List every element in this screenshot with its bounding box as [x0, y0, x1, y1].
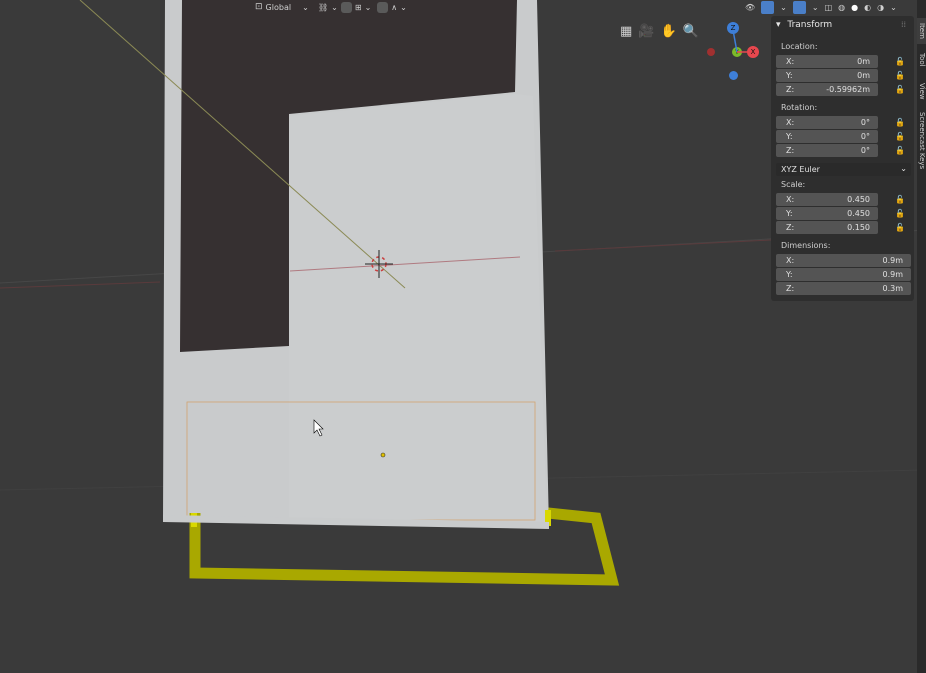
dimensions-y-field[interactable]: Y: 0.9m — [776, 268, 911, 281]
object-origin-dot — [380, 452, 386, 458]
lock-icon[interactable]: 🔓 — [895, 57, 905, 67]
location-label: Location: — [781, 42, 818, 51]
proportional-edit-icon[interactable] — [377, 1, 389, 13]
drag-handle-icon[interactable]: ⁞⁞ — [901, 20, 906, 29]
location-y-field[interactable]: Y: 0m — [776, 69, 878, 82]
snap-target-icon[interactable]: ⊞ — [355, 3, 362, 12]
chevron-down-icon: ⌄ — [364, 2, 372, 12]
scale-x-field[interactable]: X: 0.450 — [776, 193, 878, 206]
chevron-down-icon: ⌄ — [331, 2, 338, 12]
tab-view[interactable]: View — [917, 78, 926, 104]
gizmo-z-axis[interactable]: Z — [727, 22, 739, 34]
chevron-down-icon: ⌄ — [780, 2, 787, 12]
dimensions-x-field[interactable]: X: 0.9m — [776, 254, 911, 267]
lock-icon[interactable]: 🔓 — [895, 195, 905, 205]
camera-view-icon[interactable]: 🎥 — [638, 24, 654, 39]
x-axis-line-far — [554, 239, 772, 252]
pivot-and-snap-controls[interactable]: ⛓ ⌄ ⊞ ⌄ ∧ ⌄ — [318, 0, 407, 14]
lock-icon[interactable]: 🔓 — [895, 71, 905, 81]
visibility-icon[interactable]: 👁 — [745, 3, 755, 12]
dimensions-z-field[interactable]: Z: 0.3m — [776, 282, 911, 295]
tab-screencast-keys[interactable]: Screencast Keys — [917, 108, 926, 174]
chevron-down-icon: ⌄ — [400, 2, 407, 12]
xray-toggle-icon[interactable]: ◫ — [825, 3, 833, 12]
tab-tool[interactable]: Tool — [917, 48, 926, 72]
x-axis-line-near — [0, 281, 161, 289]
falloff-icon[interactable]: ∧ — [391, 3, 397, 12]
lock-icon[interactable]: 🔓 — [895, 146, 905, 156]
overlays-toggle-icon[interactable] — [792, 0, 806, 14]
sidebar-tabs: Item Tool View Screencast Keys — [917, 0, 926, 673]
gizmo-neg-z[interactable] — [729, 71, 738, 80]
gizmo-neg-x[interactable] — [707, 48, 715, 56]
chevron-down-icon: ⌄ — [890, 2, 897, 12]
gizmo-y-axis[interactable]: Y — [732, 47, 742, 57]
wireframe-shading-icon[interactable]: ◍ — [838, 3, 845, 12]
navigation-buttons: ▦ 🎥 ✋ 🔍 — [620, 24, 699, 39]
rotation-mode-dropdown[interactable]: XYZ Euler ⌄ — [776, 163, 911, 176]
lock-icon[interactable]: 🔓 — [895, 223, 905, 233]
3d-viewport[interactable]: ⊡ Global ⌄ ⛓ ⌄ ⊞ ⌄ ∧ ⌄ 👁 ⌄ ⌄ ◫ ◍ ● ◐ ◑ ⌄… — [0, 0, 926, 673]
tab-item[interactable]: Item — [917, 18, 926, 44]
chevron-down-icon: ⌄ — [302, 2, 309, 12]
material-shading-icon[interactable]: ◐ — [864, 3, 871, 12]
scale-y-field[interactable]: Y: 0.450 — [776, 207, 878, 220]
overlay-shading-controls[interactable]: 👁 ⌄ ⌄ ◫ ◍ ● ◐ ◑ ⌄ — [745, 0, 897, 14]
panel-title: Transform — [787, 20, 833, 30]
lock-icon[interactable]: 🔓 — [895, 85, 905, 95]
orientation-label: Global — [265, 2, 292, 12]
rendered-shading-icon[interactable]: ◑ — [877, 3, 884, 12]
collapse-arrow-icon: ▾ — [776, 20, 781, 30]
chevron-down-icon: ⌄ — [900, 164, 907, 173]
solid-shading-icon[interactable]: ● — [851, 3, 858, 12]
snap-toggle-icon[interactable] — [340, 1, 352, 13]
rotation-label: Rotation: — [781, 103, 818, 112]
dimensions-label: Dimensions: — [781, 241, 831, 250]
chevron-down-icon: ⌄ — [811, 2, 819, 12]
location-x-field[interactable]: X: 0m — [776, 55, 878, 68]
lock-icon[interactable]: 🔓 — [895, 209, 905, 219]
scale-z-field[interactable]: Z: 0.150 — [776, 221, 878, 234]
transform-panel-header[interactable]: ▾ Transform — [776, 20, 832, 30]
rotation-x-field[interactable]: X: 0° — [776, 116, 878, 129]
orientation-icon: ⊡ — [255, 2, 263, 12]
pan-hand-icon[interactable]: ✋ — [660, 24, 676, 39]
scale-label: Scale: — [781, 180, 806, 189]
gizmo-toggle-icon[interactable] — [761, 0, 775, 14]
location-z-field[interactable]: Z: -0.59962m — [776, 83, 878, 96]
lock-icon[interactable]: 🔓 — [895, 132, 905, 142]
navigation-gizmo[interactable]: Z X Y — [703, 22, 769, 82]
transform-orientation-dropdown[interactable]: ⊡ Global ⌄ — [255, 0, 309, 14]
lock-icon[interactable]: 🔓 — [895, 118, 905, 128]
plate-face — [289, 94, 547, 528]
pivot-point-icon[interactable]: ⛓ — [318, 3, 328, 12]
sidebar-properties-panel: ▾ Transform ⁞⁞ Location: X: 0m Y: 0m Z: -0.… — [771, 16, 914, 301]
perspective-toggle-icon[interactable]: ▦ — [620, 24, 632, 39]
rotation-z-field[interactable]: Z: 0° — [776, 144, 878, 157]
rotation-y-field[interactable]: Y: 0° — [776, 130, 878, 143]
gizmo-x-axis[interactable]: X — [747, 46, 759, 58]
zoom-icon[interactable]: 🔍 — [683, 24, 699, 39]
